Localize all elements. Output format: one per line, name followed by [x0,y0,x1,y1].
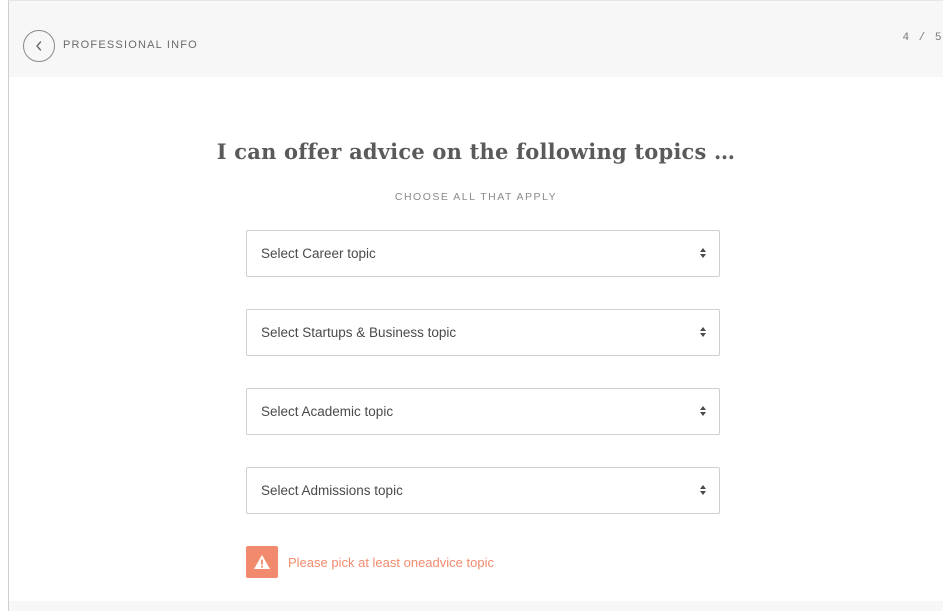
chevron-left-icon [36,41,42,51]
startups-business-topic-select-label: Select Startups & Business topic [261,325,457,340]
step-counter: 4 / 5 [902,32,943,44]
sort-arrows-icon [699,247,707,259]
admissions-topic-select-label: Select Admissions topic [261,483,403,498]
warning-icon [246,546,278,578]
header-title: PROFESSIONAL INFO [63,39,198,51]
startups-business-topic-select[interactable]: Select Startups & Business topic [246,309,720,356]
sort-arrows-icon [699,326,707,338]
career-topic-select[interactable]: Select Career topic [246,230,720,277]
page-title: I can offer advice on the following topi… [216,139,736,164]
admissions-topic-select[interactable]: Select Admissions topic [246,467,720,514]
warning-text: Please pick at least oneadvice topic [288,554,494,570]
app-frame: PROFESSIONAL INFO 4 / 5 I can offer advi… [8,0,943,611]
career-topic-select-label: Select Career topic [261,246,376,261]
footer-strip [9,601,943,611]
header: PROFESSIONAL INFO 4 / 5 [9,1,943,77]
validation-warning: Please pick at least oneadvice topic [246,546,494,578]
academic-topic-select-label: Select Academic topic [261,404,394,419]
sort-arrows-icon [699,405,707,417]
sort-arrows-icon [699,484,707,496]
academic-topic-select[interactable]: Select Academic topic [246,388,720,435]
back-button[interactable] [23,30,55,62]
page-subtitle: CHOOSE ALL THAT APPLY [394,191,558,203]
